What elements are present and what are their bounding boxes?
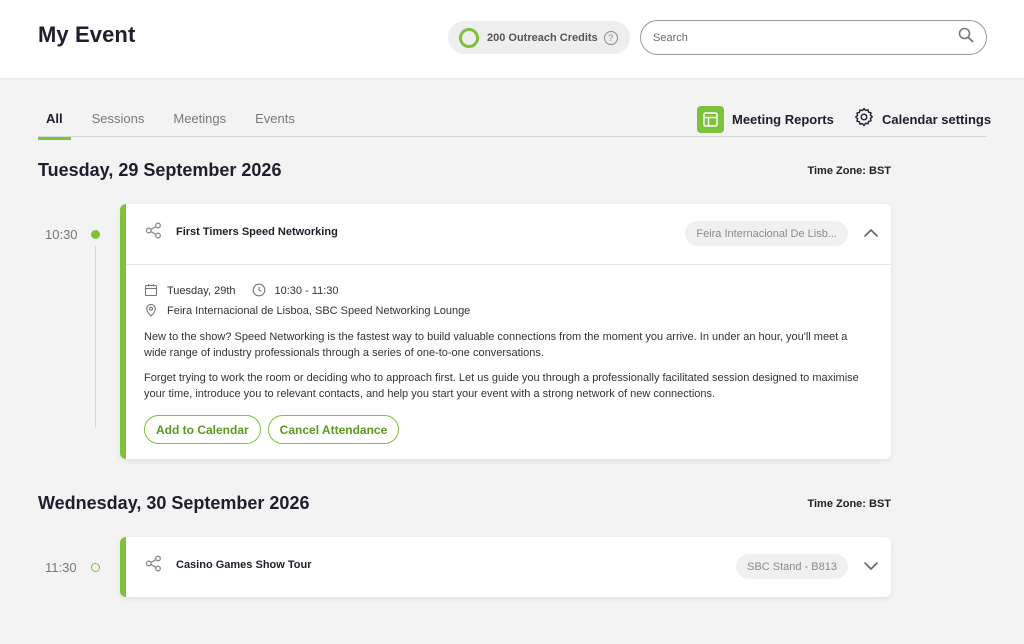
- calendar-settings-label: Calendar settings: [882, 112, 992, 127]
- timeline-line: [95, 246, 96, 428]
- event-title: First Timers Speed Networking: [176, 226, 338, 238]
- page-title: My Event: [38, 22, 136, 47]
- event-card-collapsed: Casino Games Show Tour SBC Stand - B813: [120, 537, 891, 597]
- tabs-divider: [38, 136, 987, 137]
- timezone-label: Time Zone: BST: [807, 498, 891, 510]
- meeting-reports-button[interactable]: Meeting Reports: [697, 106, 834, 133]
- timeline-dot: [91, 563, 100, 572]
- outreach-credits-badge[interactable]: 200 Outreach Credits ?: [448, 21, 630, 54]
- event-date-row: Tuesday, 29th 10:30 - 11:30: [144, 281, 871, 301]
- meeting-reports-label: Meeting Reports: [732, 112, 834, 127]
- timeline-dot-active: [91, 230, 100, 239]
- location-chip: SBC Stand - B813: [736, 554, 848, 579]
- event-description: New to the show? Speed Networking is the…: [144, 331, 848, 359]
- calendar-icon: [144, 283, 167, 300]
- calendar-settings-button[interactable]: Calendar settings: [854, 107, 991, 132]
- cancel-attendance-button[interactable]: Cancel Attendance: [267, 415, 400, 444]
- search-box[interactable]: [640, 20, 987, 55]
- location-chip: Feira Internacional De Lisb...: [685, 221, 848, 246]
- share-icon[interactable]: [145, 222, 162, 244]
- event-details: Tuesday, 29th 10:30 - 11:30 Feira Intern…: [126, 264, 891, 458]
- event-date: Tuesday, 29th: [167, 285, 236, 297]
- event-card-header[interactable]: First Timers Speed Networking Feira Inte…: [126, 204, 891, 264]
- chevron-up-icon[interactable]: [863, 225, 879, 246]
- event-card-expanded: First Timers Speed Networking Feira Inte…: [120, 204, 891, 459]
- location-pin-icon: [144, 303, 167, 320]
- search-icon[interactable]: [958, 27, 974, 48]
- gear-icon: [854, 107, 874, 132]
- add-to-calendar-button[interactable]: Add to Calendar: [144, 415, 261, 444]
- share-icon[interactable]: [145, 555, 162, 577]
- event-location-row: Feira Internacional de Lisboa, SBC Speed…: [144, 301, 871, 321]
- top-header: My Event 200 Outreach Credits ?: [0, 0, 1024, 78]
- table-icon: [697, 106, 724, 133]
- credits-ring-icon: [459, 27, 479, 48]
- event-time-range: 10:30 - 11:30: [274, 285, 339, 297]
- event-actions: Add to Calendar Cancel Attendance: [144, 415, 871, 444]
- day-heading: Tuesday, 29 September 2026: [38, 160, 282, 180]
- event-card-header[interactable]: Casino Games Show Tour SBC Stand - B813: [126, 537, 891, 597]
- chevron-down-icon[interactable]: [863, 558, 879, 579]
- event-location: Feira Internacional de Lisboa, SBC Speed…: [167, 305, 471, 317]
- credits-label: 200 Outreach Credits: [487, 31, 598, 44]
- event-time: 10:30: [45, 227, 78, 242]
- search-input[interactable]: [653, 31, 958, 44]
- timezone-label: Time Zone: BST: [807, 165, 891, 177]
- day-heading: Wednesday, 30 September 2026: [38, 493, 310, 513]
- clock-icon: [252, 283, 275, 300]
- event-title: Casino Games Show Tour: [176, 559, 312, 571]
- event-time: 11:30: [45, 560, 77, 575]
- event-description: Forget trying to work the room or decidi…: [144, 372, 859, 400]
- help-icon[interactable]: ?: [603, 30, 618, 45]
